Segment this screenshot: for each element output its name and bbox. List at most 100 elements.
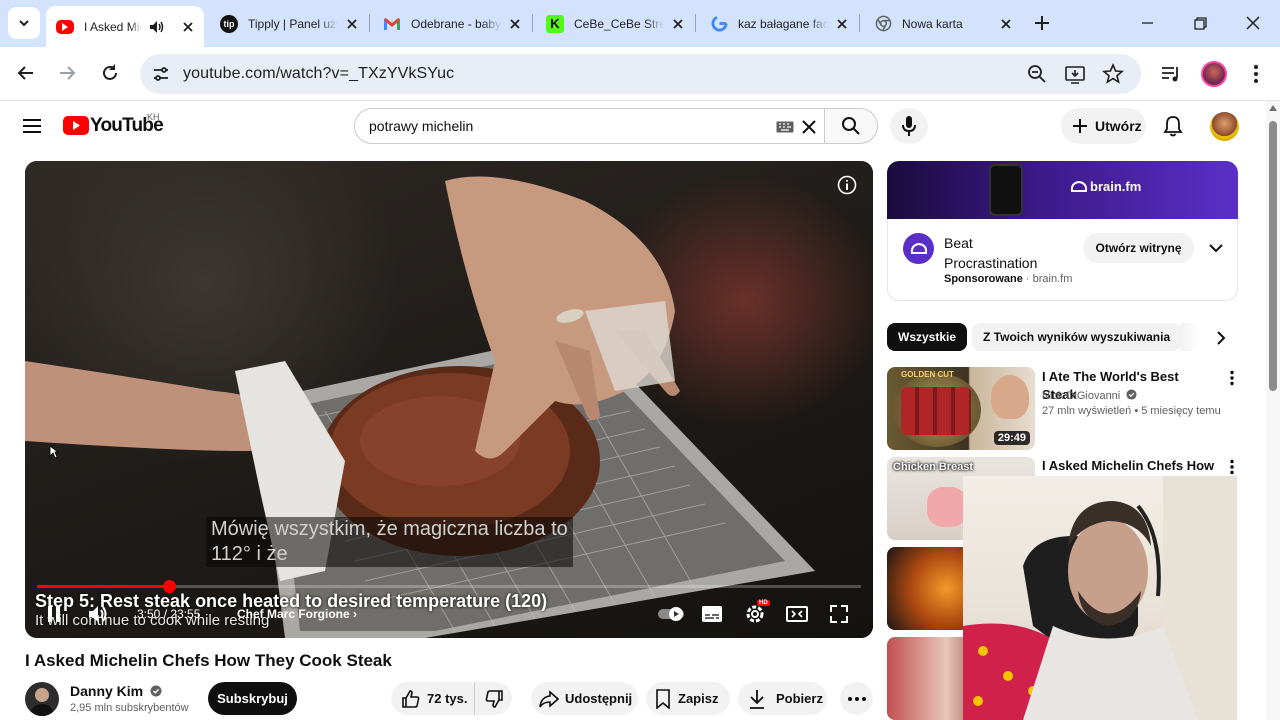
ad-open-site-button[interactable]: Otwórz witrynę [1083, 233, 1194, 263]
chicken-graphic [927, 487, 967, 527]
chip-from-search[interactable]: Z Twoich wyników wyszukiwania [972, 323, 1182, 351]
forward-icon[interactable] [54, 60, 80, 86]
more-vert-icon[interactable] [1245, 63, 1267, 85]
plus-icon[interactable] [1030, 11, 1054, 35]
tab-separator [859, 14, 860, 32]
keyboard-icon[interactable] [776, 121, 794, 133]
webcam-overlay [963, 476, 1237, 720]
volume-button[interactable] [85, 602, 111, 626]
dislike-button[interactable] [475, 682, 512, 715]
thumbs-up-icon [402, 689, 420, 708]
streamer-webcam [963, 476, 1237, 720]
reload-icon[interactable] [97, 60, 123, 86]
close-icon[interactable] [998, 16, 1014, 32]
autoplay-toggle[interactable] [657, 602, 687, 626]
close-icon[interactable] [507, 16, 523, 32]
youtube-logo-icon[interactable] [63, 116, 89, 135]
recommendation-thumbnail[interactable]: GOLDEN CUT 29:49 [887, 367, 1035, 450]
video-player[interactable]: Mówię wszystkim, że magiczna liczba to 1… [25, 161, 873, 638]
time-display: 3:50 / 23:55 [137, 607, 201, 621]
tab-title: kaz bałagane face [738, 16, 828, 31]
brainfm-logo-icon [1070, 180, 1088, 192]
ad-title[interactable]: Beat Procrastination [944, 233, 1064, 273]
close-icon[interactable] [670, 16, 686, 32]
close-window-icon[interactable] [1240, 10, 1266, 36]
search-button[interactable] [824, 108, 878, 144]
bookmark-star-icon[interactable] [1102, 63, 1124, 85]
progress-bar[interactable] [37, 580, 861, 593]
pause-button[interactable] [43, 602, 65, 626]
minimize-icon[interactable] [1134, 10, 1160, 36]
download-button[interactable]: Pobierz [738, 682, 827, 715]
save-button[interactable]: Zapisz [646, 682, 730, 715]
address-bar[interactable]: youtube.com/watch?v=_TXzYVkSYuc [140, 54, 1141, 94]
zoom-icon[interactable] [1026, 63, 1048, 85]
miniplayer-button[interactable] [785, 602, 809, 626]
channel-avatar[interactable] [25, 682, 59, 716]
like-button[interactable]: 72 tys. [391, 682, 475, 715]
tab-title: I Asked Michelin Chefs How They Cook Ste… [84, 19, 142, 34]
site-settings-icon[interactable] [152, 65, 170, 83]
recommendation-channel[interactable]: Nick DiGiovanni [1042, 389, 1137, 402]
tab-youtube[interactable]: I Asked Michelin Chefs How They Cook Ste… [46, 6, 204, 47]
restore-icon[interactable] [1187, 10, 1213, 36]
ad-domain: brain.fm [1032, 273, 1073, 285]
chapter-link[interactable]: Chef Marc Forgione › [237, 607, 357, 621]
ad-sponsored-label: Sponsorowane [944, 273, 1023, 285]
scroll-up-icon[interactable] [1269, 105, 1277, 111]
subscribe-button[interactable]: Subskrybuj [208, 682, 297, 715]
tab-gmail[interactable]: Odebrane - babyc [373, 6, 531, 41]
subscriber-count: 2,95 mln subskrybentów [70, 702, 189, 714]
volume-icon [89, 606, 107, 622]
back-icon[interactable] [13, 60, 39, 86]
ad-card[interactable]: Beat Procrastination Sponsorowane · brai… [887, 219, 1238, 301]
subtitles-button[interactable] [700, 602, 724, 626]
create-button[interactable]: Utwórz [1061, 108, 1146, 144]
theater-mode-icon [786, 606, 808, 622]
install-app-icon[interactable] [1064, 63, 1086, 85]
media-controls-icon[interactable] [1160, 63, 1182, 85]
user-avatar[interactable] [1210, 112, 1239, 141]
tab-search-button[interactable] [8, 7, 40, 39]
close-icon[interactable] [834, 16, 850, 32]
bookmark-icon [656, 688, 670, 709]
person-face-graphic [991, 375, 1029, 419]
tab-google[interactable]: kaz bałagane face [700, 6, 858, 41]
tab-new-tab[interactable]: Nowa karta [864, 6, 1022, 41]
profile-avatar[interactable] [1201, 61, 1227, 87]
more-actions-button[interactable] [840, 682, 873, 715]
chevron-down-icon[interactable] [1208, 241, 1224, 255]
progress-scrubber[interactable] [163, 580, 176, 593]
notifications-bell-icon[interactable] [1163, 115, 1183, 137]
close-icon[interactable] [180, 19, 196, 35]
recommendation-stats: 27 mln wyświetleń • 5 miesięcy temu [1042, 405, 1221, 417]
tab-title: Tipply | Panel użytkownika [248, 16, 338, 31]
microphone-icon [902, 116, 916, 136]
subtitle-caption: Mówię wszystkim, że magiczna liczba to 1… [206, 517, 573, 567]
page-scrollbar[interactable] [1266, 101, 1280, 720]
info-icon[interactable] [837, 175, 857, 195]
share-button[interactable]: Udostępnij [531, 682, 638, 715]
voice-search-button[interactable] [890, 108, 928, 144]
clear-search-icon[interactable] [801, 119, 817, 135]
menu-icon[interactable] [22, 117, 42, 135]
recommendation-title[interactable]: I Asked Michelin Chefs How [1042, 457, 1217, 475]
search-input[interactable]: potrawy michelin [354, 108, 825, 144]
settings-button[interactable]: HD [742, 600, 770, 626]
tab-kick[interactable]: K CeBe_CeBe Stream [536, 6, 694, 41]
chevron-right-icon[interactable] [1214, 330, 1228, 346]
channel-name[interactable]: Danny Kim [70, 683, 162, 699]
youtube-icon [56, 19, 74, 34]
more-vert-icon[interactable] [1224, 370, 1240, 386]
close-icon[interactable] [344, 16, 360, 32]
chip-all[interactable]: Wszystkie [887, 323, 968, 351]
fullscreen-button[interactable] [828, 602, 850, 626]
speaker-icon[interactable] [149, 20, 164, 34]
tab-title: CeBe_CeBe Stream [574, 16, 664, 31]
scrollbar-thumb[interactable] [1269, 121, 1277, 391]
share-icon [539, 689, 559, 708]
tab-tipply[interactable]: tip Tipply | Panel użytkownika [210, 6, 368, 41]
ad-banner-image[interactable]: brain.fm [887, 161, 1238, 219]
more-vert-icon[interactable] [1224, 459, 1240, 475]
fullscreen-icon [830, 605, 848, 623]
